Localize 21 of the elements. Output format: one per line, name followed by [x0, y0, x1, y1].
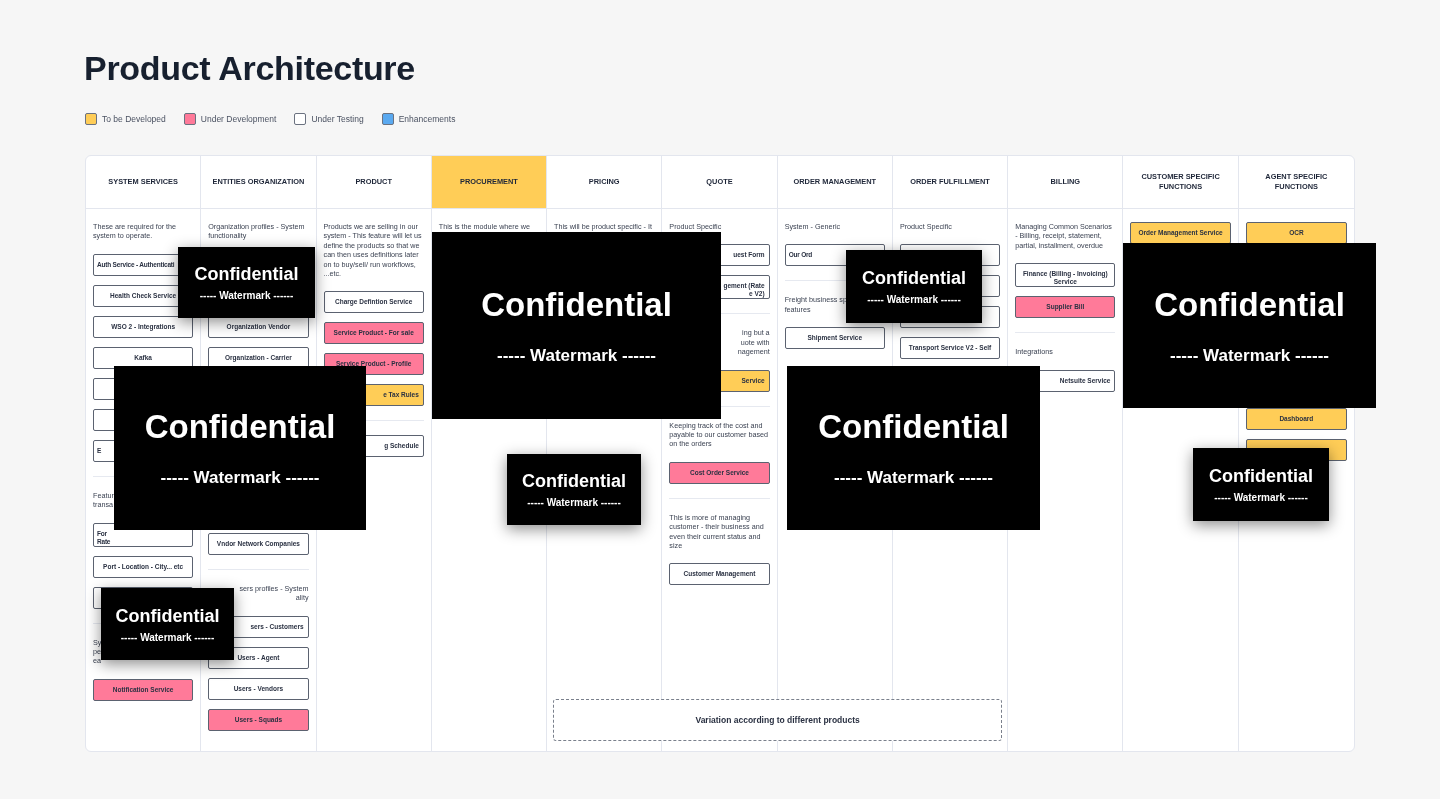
page-title: Product Architecture	[84, 48, 415, 88]
legend-label: To be Developed	[102, 114, 166, 124]
legend-label: Under Development	[200, 114, 277, 124]
overlay-title: Confidential	[1154, 285, 1345, 324]
overlay-subtitle: ----- Watermark ------	[867, 294, 961, 305]
overlay-subtitle: ----- Watermark ------	[834, 468, 993, 488]
overlay-subtitle: ----- Watermark ------	[1170, 345, 1329, 366]
legend-label: Enhancements	[398, 114, 456, 124]
overlay-subtitle: ----- Watermark ------	[1214, 492, 1308, 503]
legend-label: Under Testing	[311, 114, 364, 124]
overlay-title: Confidential	[1209, 466, 1313, 487]
overlay-title: Confidential	[194, 264, 299, 285]
overlay-subtitle: ----- Watermark ------	[199, 290, 294, 301]
overlay-title: Confidential	[862, 268, 966, 289]
overlay-subtitle: ----- Watermark ------	[160, 468, 320, 488]
overlay-subtitle: ----- Watermark ------	[497, 345, 656, 366]
overlay-subtitle: ----- Watermark ------	[527, 497, 621, 508]
overlay-title: Confidential	[522, 471, 626, 492]
overlay-title: Confidential	[481, 285, 672, 324]
variation-note: Variation according to different products	[553, 699, 1003, 741]
overlay-title: Confidential	[818, 408, 1009, 446]
